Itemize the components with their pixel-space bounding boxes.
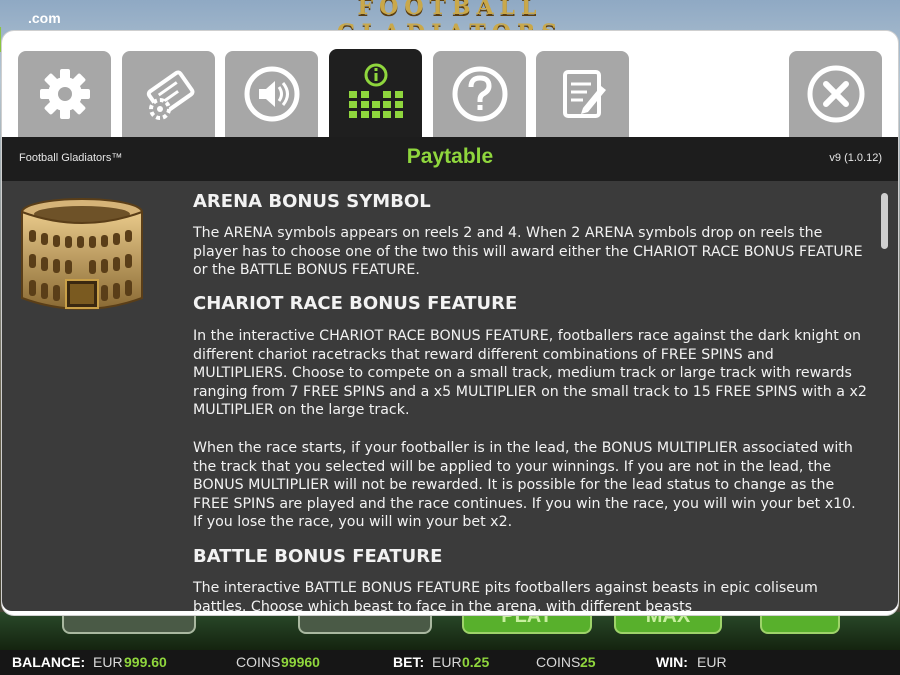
bet-label: BET: xyxy=(393,654,425,670)
battle-section-title: BATTLE BONUS FEATURE xyxy=(193,546,443,567)
coins-label: COINS xyxy=(236,654,281,670)
tab-bet-settings[interactable] xyxy=(122,51,215,137)
coins-bet-value: 25 xyxy=(580,654,596,670)
notepad-icon xyxy=(562,70,606,118)
win-label: WIN: xyxy=(656,654,688,670)
tab-sound[interactable] xyxy=(225,51,318,137)
coins-value: 99960 xyxy=(281,654,320,670)
chariot-section-text-2: When the race starts, if your footballer… xyxy=(193,440,856,530)
balance-label: BALANCE: xyxy=(12,654,86,670)
bg-arrow-button xyxy=(760,612,840,634)
bg-max-button: MAX xyxy=(614,612,722,634)
gear-icon xyxy=(39,69,90,119)
bg-control-left xyxy=(62,612,196,634)
chariot-section-text-1: In the interactive CHARIOT RACE BONUS FE… xyxy=(193,328,867,418)
balance-currency: EUR xyxy=(93,654,123,670)
scrollbar-thumb[interactable] xyxy=(881,193,888,249)
arena-section-title: ARENA BONUS SYMBOL xyxy=(193,191,431,212)
tab-bar xyxy=(2,31,898,137)
win-currency: EUR xyxy=(697,654,727,670)
chariot-section-title: CHARIOT RACE BONUS FEATURE xyxy=(193,293,518,314)
close-button[interactable] xyxy=(789,51,882,137)
speaker-icon xyxy=(244,66,299,122)
balance-value: 999.60 xyxy=(124,654,167,670)
info-grid-icon xyxy=(348,63,403,118)
paytable-content[interactable]: ARENA BONUS SYMBOL The ARENA symbols app… xyxy=(2,181,898,611)
bet-currency: EUR xyxy=(432,654,462,670)
arena-section-text: The ARENA symbols appears on reels 2 and… xyxy=(193,225,863,278)
tab-help[interactable] xyxy=(433,51,526,137)
scrollbar-track[interactable] xyxy=(880,193,888,603)
arena-symbol-image xyxy=(21,198,143,310)
coins-bet-label: COINS xyxy=(536,654,581,670)
paytable-modal: Football Gladiators™ Paytable v9 (1.0.12… xyxy=(2,31,898,615)
ticket-gear-icon xyxy=(146,70,194,120)
tab-rules[interactable] xyxy=(536,51,629,137)
status-bar: BALANCE: EUR 999.60 COINS 99960 BET: EUR… xyxy=(0,650,900,675)
version-label: v9 (1.0.12) xyxy=(829,152,882,164)
tab-settings[interactable] xyxy=(18,51,111,137)
battle-section-text: The interactive BATTLE BONUS FEATURE pit… xyxy=(193,580,818,611)
background-controls: PLAY MAX xyxy=(0,612,900,650)
question-icon xyxy=(452,66,507,122)
paytable-header: Football Gladiators™ Paytable v9 (1.0.12… xyxy=(2,137,898,181)
bg-control-mid xyxy=(298,612,432,634)
close-icon xyxy=(807,65,864,123)
bet-value: 0.25 xyxy=(462,654,490,670)
page-title: Paytable xyxy=(406,145,494,168)
tab-paytable[interactable] xyxy=(329,49,422,137)
bg-play-button: PLAY xyxy=(462,612,592,634)
